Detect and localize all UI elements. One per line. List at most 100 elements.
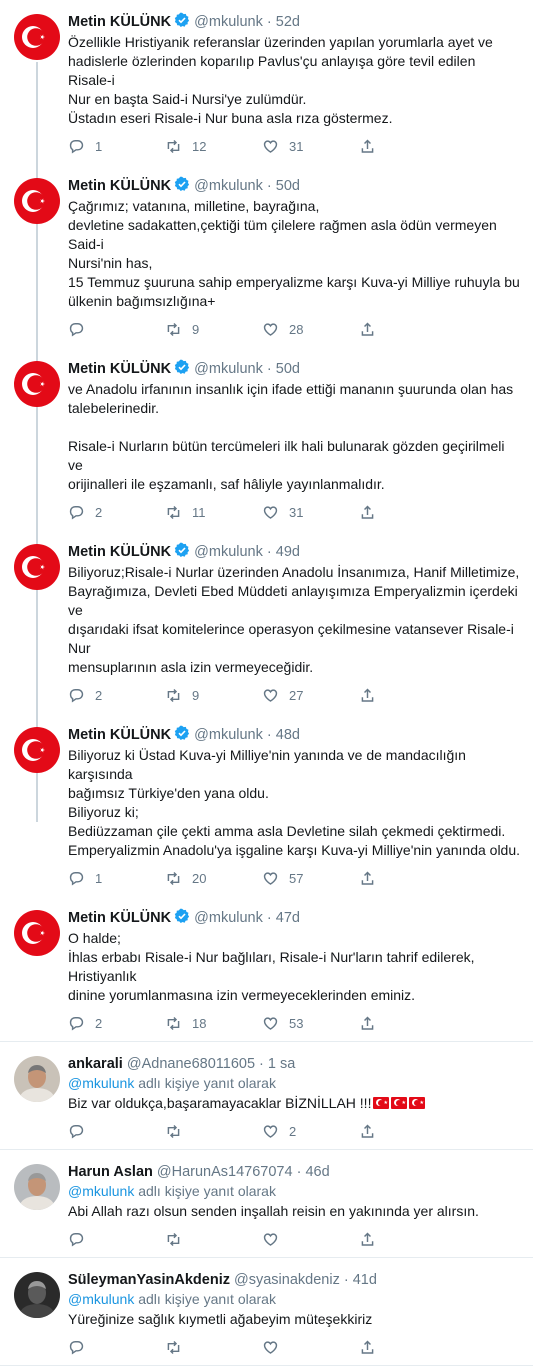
tweet[interactable]: Metin KÜLÜNK @mkulunk · 49d Biliyoruz;Ris… bbox=[0, 530, 533, 713]
tweet-thread: Metin KÜLÜNK @mkulunk · 52d Özellikle Hri… bbox=[0, 0, 533, 1042]
like-button[interactable] bbox=[262, 1231, 359, 1248]
like-icon bbox=[263, 1232, 278, 1246]
author-handle[interactable]: @mkulunk bbox=[194, 544, 263, 560]
like-button[interactable]: 31 bbox=[262, 138, 359, 155]
tweet-text: Abi Allah razı olsun senden inşallah rei… bbox=[68, 1202, 521, 1221]
like-button[interactable]: 27 bbox=[262, 687, 359, 704]
author-name[interactable]: SüleymanYasinAkdeniz bbox=[68, 1272, 230, 1288]
tweet-timestamp[interactable]: 49d bbox=[276, 544, 300, 560]
tweet-text-line: Nursi'nin has, bbox=[68, 255, 153, 271]
tweet-text: Özellikle Hristiyanik referanslar üzerin… bbox=[68, 33, 521, 128]
reply-button[interactable]: 2 bbox=[68, 687, 165, 704]
separator-dot: · bbox=[262, 178, 276, 194]
retweet-button[interactable] bbox=[165, 1339, 262, 1356]
reply-button[interactable]: 1 bbox=[68, 138, 165, 155]
reply-button[interactable] bbox=[68, 321, 165, 338]
share-button[interactable] bbox=[359, 1231, 456, 1248]
reply-tweet[interactable]: ankarali @Adnane68011605 · 1 sa @mkulunk … bbox=[0, 1042, 533, 1150]
verified-badge-icon bbox=[174, 359, 190, 374]
replying-to-mention[interactable]: @mkulunk bbox=[68, 1075, 134, 1091]
like-button[interactable]: 53 bbox=[262, 1015, 359, 1032]
like-button[interactable]: 31 bbox=[262, 504, 359, 521]
avatar[interactable] bbox=[14, 1056, 60, 1102]
replying-to-mention[interactable]: @mkulunk bbox=[68, 1291, 134, 1307]
author-handle[interactable]: @Adnane68011605 bbox=[127, 1056, 255, 1072]
author-handle[interactable]: @mkulunk bbox=[194, 14, 263, 30]
tweet-timestamp[interactable]: 50d bbox=[276, 361, 300, 377]
like-button[interactable]: 57 bbox=[262, 870, 359, 887]
avatar[interactable] bbox=[14, 544, 60, 590]
author-handle[interactable]: @mkulunk bbox=[194, 727, 263, 743]
reply-tweet[interactable]: SüleymanYasinAkdeniz @syasinakdeniz · 41… bbox=[0, 1258, 533, 1366]
retweet-button[interactable] bbox=[165, 1231, 262, 1248]
tweet-timestamp[interactable]: 1 sa bbox=[268, 1056, 295, 1072]
avatar[interactable] bbox=[14, 910, 60, 956]
like-button[interactable]: 28 bbox=[262, 321, 359, 338]
reply-button[interactable] bbox=[68, 1339, 165, 1356]
share-button[interactable] bbox=[359, 504, 456, 521]
avatar[interactable] bbox=[14, 727, 60, 773]
author-name[interactable]: Metin KÜLÜNK bbox=[68, 910, 171, 926]
author-handle[interactable]: @mkulunk bbox=[194, 178, 263, 194]
retweet-button[interactable]: 11 bbox=[165, 504, 262, 521]
author-name[interactable]: ankarali bbox=[68, 1056, 123, 1072]
avatar[interactable] bbox=[14, 14, 60, 60]
tweet-text-line: Biz var oldukça,başaramayacaklar BİZNİLL… bbox=[68, 1095, 372, 1111]
reply-button[interactable]: 2 bbox=[68, 504, 165, 521]
separator-dot: · bbox=[262, 544, 276, 560]
author-handle[interactable]: @mkulunk bbox=[194, 910, 263, 926]
tweet-timestamp[interactable]: 52d bbox=[276, 14, 300, 30]
tweet[interactable]: Metin KÜLÜNK @mkulunk · 50d ve Anadolu ir… bbox=[0, 347, 533, 530]
share-button[interactable] bbox=[359, 870, 456, 887]
reply-button[interactable]: 1 bbox=[68, 870, 165, 887]
tweet[interactable]: Metin KÜLÜNK @mkulunk · 48d Biliyoruz ki … bbox=[0, 713, 533, 896]
tweet[interactable]: Metin KÜLÜNK @mkulunk · 47d O halde; İhlas… bbox=[0, 896, 533, 1041]
like-icon bbox=[263, 688, 278, 702]
tweet-timestamp[interactable]: 50d bbox=[276, 178, 300, 194]
retweet-button[interactable]: 18 bbox=[165, 1015, 262, 1032]
author-name[interactable]: Metin KÜLÜNK bbox=[68, 361, 171, 377]
avatar[interactable] bbox=[14, 178, 60, 224]
reply-icon bbox=[69, 505, 84, 519]
author-handle[interactable]: @syasinakdeniz bbox=[234, 1272, 340, 1288]
reply-button[interactable] bbox=[68, 1123, 165, 1140]
separator-dot: · bbox=[262, 910, 276, 926]
retweet-button[interactable]: 9 bbox=[165, 687, 262, 704]
share-button[interactable] bbox=[359, 138, 456, 155]
replying-to-mention[interactable]: @mkulunk bbox=[68, 1183, 134, 1199]
author-name[interactable]: Metin KÜLÜNK bbox=[68, 178, 171, 194]
author-name[interactable]: Harun Aslan bbox=[68, 1164, 153, 1180]
avatar[interactable] bbox=[14, 361, 60, 407]
tweet[interactable]: Metin KÜLÜNK @mkulunk · 52d Özellikle Hri… bbox=[0, 0, 533, 164]
retweet-button[interactable]: 12 bbox=[165, 138, 262, 155]
author-handle[interactable]: @mkulunk bbox=[194, 361, 263, 377]
author-name[interactable]: Metin KÜLÜNK bbox=[68, 727, 171, 743]
share-button[interactable] bbox=[359, 321, 456, 338]
author-name[interactable]: Metin KÜLÜNK bbox=[68, 14, 171, 30]
share-button[interactable] bbox=[359, 1015, 456, 1032]
share-button[interactable] bbox=[359, 1339, 456, 1356]
tweet-text-line: ve Anadolu irfanının insanlık için ifade… bbox=[68, 381, 514, 397]
tweet[interactable]: Metin KÜLÜNK @mkulunk · 50d Çağrımız; vat… bbox=[0, 164, 533, 347]
share-icon bbox=[361, 688, 374, 702]
reply-tweet[interactable]: Harun Aslan @HarunAs14767074 · 46d @mkulu… bbox=[0, 1150, 533, 1258]
tweet-timestamp[interactable]: 41d bbox=[353, 1272, 377, 1288]
avatar[interactable] bbox=[14, 1164, 60, 1210]
author-name[interactable]: Metin KÜLÜNK bbox=[68, 544, 171, 560]
retweet-button[interactable]: 20 bbox=[165, 870, 262, 887]
avatar[interactable] bbox=[14, 1272, 60, 1318]
author-handle[interactable]: @HarunAs14767074 bbox=[157, 1164, 293, 1180]
reply-button[interactable]: 2 bbox=[68, 1015, 165, 1032]
share-button[interactable] bbox=[359, 1123, 456, 1140]
tweet-timestamp[interactable]: 47d bbox=[276, 910, 300, 926]
tweet-text-line: O halde; bbox=[68, 930, 121, 946]
tweet-timestamp[interactable]: 46d bbox=[305, 1164, 329, 1180]
share-button[interactable] bbox=[359, 687, 456, 704]
share-icon bbox=[361, 871, 374, 885]
like-button[interactable]: 2 bbox=[262, 1123, 359, 1140]
tweet-timestamp[interactable]: 48d bbox=[276, 727, 300, 743]
retweet-button[interactable]: 9 bbox=[165, 321, 262, 338]
retweet-button[interactable] bbox=[165, 1123, 262, 1140]
like-button[interactable] bbox=[262, 1339, 359, 1356]
reply-button[interactable] bbox=[68, 1231, 165, 1248]
